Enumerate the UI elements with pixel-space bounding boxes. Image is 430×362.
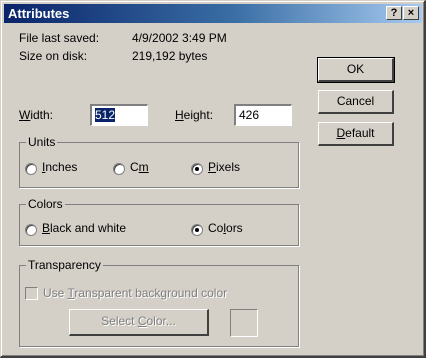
pixels-radio[interactable] <box>191 163 203 175</box>
colors-label[interactable]: Colors <box>208 221 243 235</box>
radio-selected-dot <box>195 228 199 232</box>
height-value: 426 <box>239 108 260 122</box>
dialog-title: Attributes <box>8 6 70 21</box>
inches-radio[interactable] <box>25 163 37 175</box>
select-color-button[interactable]: Select Color... <box>69 309 209 336</box>
units-legend: Units <box>26 135 58 149</box>
size-on-disk-value: 219,192 bytes <box>132 49 208 63</box>
default-button[interactable]: Default <box>318 122 394 146</box>
close-icon: × <box>407 7 415 19</box>
help-button[interactable]: ? <box>386 6 402 20</box>
width-input[interactable]: 512 <box>90 104 148 126</box>
cancel-button[interactable]: Cancel <box>318 90 394 114</box>
help-icon: ? <box>390 7 398 19</box>
black-and-white-label[interactable]: Black and white <box>42 221 126 235</box>
colors-legend: Colors <box>26 197 65 211</box>
colors-radio[interactable] <box>191 224 203 236</box>
last-saved-label: File last saved: <box>19 31 100 45</box>
color-swatch <box>230 309 258 337</box>
black-and-white-radio[interactable] <box>25 224 37 236</box>
use-transparent-checkbox[interactable] <box>25 287 38 300</box>
cm-label[interactable]: Cm <box>130 160 149 174</box>
inches-label[interactable]: Inches <box>42 160 77 174</box>
size-on-disk-label: Size on disk: <box>19 49 88 63</box>
pixels-label[interactable]: Pixels <box>208 160 240 174</box>
ok-button[interactable]: OK <box>317 57 395 83</box>
width-label: Width: <box>19 108 54 122</box>
close-button[interactable]: × <box>403 6 419 20</box>
attributes-dialog: Attributes ? × File last saved: 4/9/2002… <box>0 0 426 358</box>
last-saved-value: 4/9/2002 3:49 PM <box>132 31 227 45</box>
use-transparent-label[interactable]: Use Transparent background color <box>43 286 227 300</box>
cm-radio[interactable] <box>113 163 125 175</box>
height-label: Height: <box>175 108 214 122</box>
height-input[interactable]: 426 <box>234 104 292 126</box>
title-bar[interactable]: Attributes ? × <box>4 4 422 23</box>
transparency-legend: Transparency <box>26 258 103 272</box>
radio-selected-dot <box>195 167 199 171</box>
width-value: 512 <box>95 108 116 122</box>
